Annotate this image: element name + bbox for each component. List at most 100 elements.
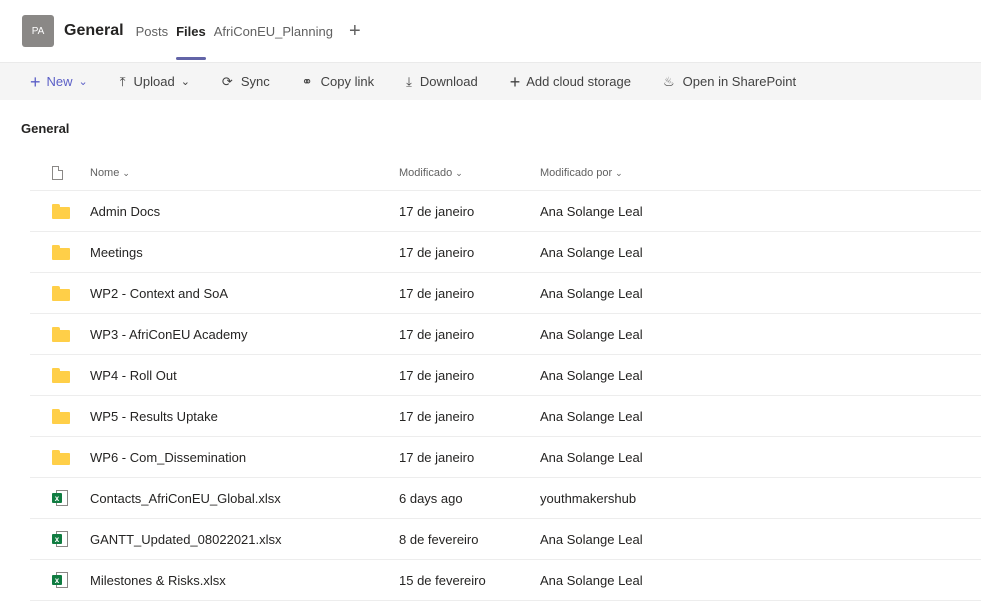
file-modified-date: 17 de janeiro — [399, 203, 475, 219]
download-icon: ⤓ — [406, 73, 412, 89]
breadcrumb-current[interactable]: General — [21, 121, 69, 136]
excel-file-icon: x — [52, 531, 68, 547]
files-toolbar: + New ⌄ ⤒ Upload ⌄ ⟳ Sync ⚭ Copy link ⤓ … — [0, 62, 981, 100]
file-modified-date: 17 de janeiro — [399, 326, 475, 342]
open-in-sharepoint-label: Open in SharePoint — [682, 74, 797, 89]
folder-icon — [52, 285, 70, 301]
modified-column-header[interactable]: Modificado ⌄ — [399, 167, 540, 179]
chevron-down-icon: ⌄ — [615, 168, 623, 178]
chevron-down-icon: ⌄ — [180, 76, 190, 88]
file-modified-date: 17 de janeiro — [399, 244, 475, 260]
file-icon-cell — [30, 367, 90, 383]
file-name[interactable]: WP6 - Com_Dissemination — [90, 450, 399, 465]
file-icon-cell — [30, 408, 90, 424]
folder-icon — [52, 203, 70, 219]
table-row[interactable]: x GANTT_Updated_08022021.xlsx 8 de feverei… — [30, 519, 981, 560]
file-icon-cell — [30, 203, 90, 219]
excel-file-icon: x — [52, 490, 68, 506]
file-modified-date: 17 de janeiro — [399, 285, 475, 301]
file-modified-by: Ana Solange Leal — [540, 367, 643, 383]
team-avatar[interactable]: PA — [22, 15, 54, 47]
file-modified-date: 17 de janeiro — [399, 449, 475, 465]
excel-file-icon: x — [52, 572, 68, 588]
open-in-sharepoint-button[interactable]: ♨ Open in SharePoint — [663, 74, 796, 90]
file-icon-cell — [30, 449, 90, 465]
file-modified-by: Ana Solange Leal — [540, 244, 643, 260]
table-row[interactable]: WP2 - Context and SoA 17 de janeiro Ana So… — [30, 273, 981, 314]
modified-by-column-label: Modificado por — [540, 167, 613, 179]
modified-column-label: Modificado — [399, 167, 453, 179]
file-modified-date: 15 de fevereiro — [399, 572, 486, 588]
file-list: Nome ⌄ Modificado ⌄ Modificado por ⌄ Admin … — [30, 156, 981, 601]
file-icon-cell: x — [30, 490, 90, 506]
file-name[interactable]: WP4 - Roll Out — [90, 368, 399, 383]
file-name[interactable]: Contacts_AfriConEU_Global.xlsx — [90, 491, 399, 506]
sync-button[interactable]: ⟳ Sync — [222, 74, 270, 90]
file-modified-by: Ana Solange Leal — [540, 572, 643, 588]
tab-africoneu-planning[interactable]: AfriConEU_Planning — [214, 0, 333, 62]
add-cloud-storage-label: Add cloud storage — [526, 74, 631, 89]
upload-icon: ⤒ — [119, 73, 126, 89]
file-modified-by: Ana Solange Leal — [540, 203, 643, 219]
file-modified-by: Ana Solange Leal — [540, 326, 643, 342]
link-icon: ⚭ — [301, 73, 313, 89]
table-row[interactable]: WP5 - Results Uptake 17 de janeiro Ana Sol… — [30, 396, 981, 437]
file-modified-by: Ana Solange Leal — [540, 449, 643, 465]
folder-icon — [52, 244, 70, 260]
tab-files[interactable]: Files — [176, 0, 206, 62]
folder-icon — [52, 449, 70, 465]
chevron-down-icon: ⌄ — [78, 76, 88, 88]
sharepoint-icon: ♨ — [663, 73, 675, 89]
file-modified-by: youthmakershub — [540, 490, 637, 506]
file-name[interactable]: WP5 - Results Uptake — [90, 409, 399, 424]
new-button[interactable]: + New ⌄ — [30, 73, 88, 91]
breadcrumb: General — [0, 100, 981, 156]
name-column-label: Nome — [90, 167, 120, 179]
table-row[interactable]: Meetings 17 de janeiro Ana Solange Leal — [30, 232, 981, 273]
sync-label: Sync — [240, 74, 270, 89]
channel-header: PA General Posts Files AfriConEU_Plannin… — [0, 0, 981, 62]
plus-icon: + — [509, 71, 521, 92]
table-row[interactable]: WP6 - Com_Dissemination 17 de janeiro Ana … — [30, 437, 981, 478]
file-name[interactable]: Admin Docs — [90, 204, 399, 219]
channel-name: General — [64, 22, 124, 39]
table-row[interactable]: WP3 - AfriConEU Academy 17 de janeiro Ana … — [30, 314, 981, 355]
file-modified-date: 17 de janeiro — [399, 367, 475, 383]
file-name[interactable]: WP3 - AfriConEU Academy — [90, 327, 399, 342]
file-list-header: Nome ⌄ Modificado ⌄ Modificado por ⌄ — [30, 156, 981, 191]
chevron-down-icon: ⌄ — [122, 168, 130, 178]
file-icon-cell: x — [30, 531, 90, 547]
table-row[interactable]: WP4 - Roll Out 17 de janeiro Ana Solange L… — [30, 355, 981, 396]
table-row[interactable]: x Milestones & Risks.xlsx 15 de fevereiro A… — [30, 560, 981, 601]
file-name[interactable]: GANTT_Updated_08022021.xlsx — [90, 532, 399, 547]
modified-by-column-header[interactable]: Modificado por ⌄ — [540, 167, 981, 179]
file-modified-by: Ana Solange Leal — [540, 408, 643, 424]
file-icon-cell — [30, 244, 90, 260]
file-name[interactable]: Meetings — [90, 245, 399, 260]
download-label: Download — [419, 74, 478, 89]
plus-icon: + — [30, 71, 41, 92]
folder-icon — [52, 326, 70, 342]
new-label: New — [46, 74, 73, 89]
name-column-header[interactable]: Nome ⌄ — [90, 167, 399, 179]
upload-label: Upload — [133, 74, 175, 89]
copy-link-label: Copy link — [320, 74, 375, 89]
table-row[interactable]: Admin Docs 17 de janeiro Ana Solange Leal — [30, 191, 981, 232]
copy-link-button[interactable]: ⚭ Copy link — [302, 74, 374, 90]
file-icon-cell — [30, 326, 90, 342]
tab-posts[interactable]: Posts — [136, 0, 169, 62]
file-modified-date: 17 de janeiro — [399, 408, 475, 424]
add-cloud-storage-button[interactable]: + Add cloud storage — [510, 73, 631, 91]
sync-icon: ⟳ — [221, 73, 233, 89]
file-name[interactable]: Milestones & Risks.xlsx — [90, 573, 399, 588]
add-tab-button[interactable]: + — [349, 21, 361, 41]
file-type-column-header[interactable] — [30, 166, 90, 180]
upload-button[interactable]: ⤒ Upload ⌄ — [120, 74, 190, 90]
table-row[interactable]: x Contacts_AfriConEU_Global.xlsx 6 days ag… — [30, 478, 981, 519]
file-modified-by: Ana Solange Leal — [540, 285, 643, 301]
file-name[interactable]: WP2 - Context and SoA — [90, 286, 399, 301]
file-modified-date: 6 days ago — [399, 490, 463, 506]
download-button[interactable]: ⤓ Download — [406, 74, 478, 90]
folder-icon — [52, 408, 70, 424]
document-icon — [52, 166, 63, 180]
